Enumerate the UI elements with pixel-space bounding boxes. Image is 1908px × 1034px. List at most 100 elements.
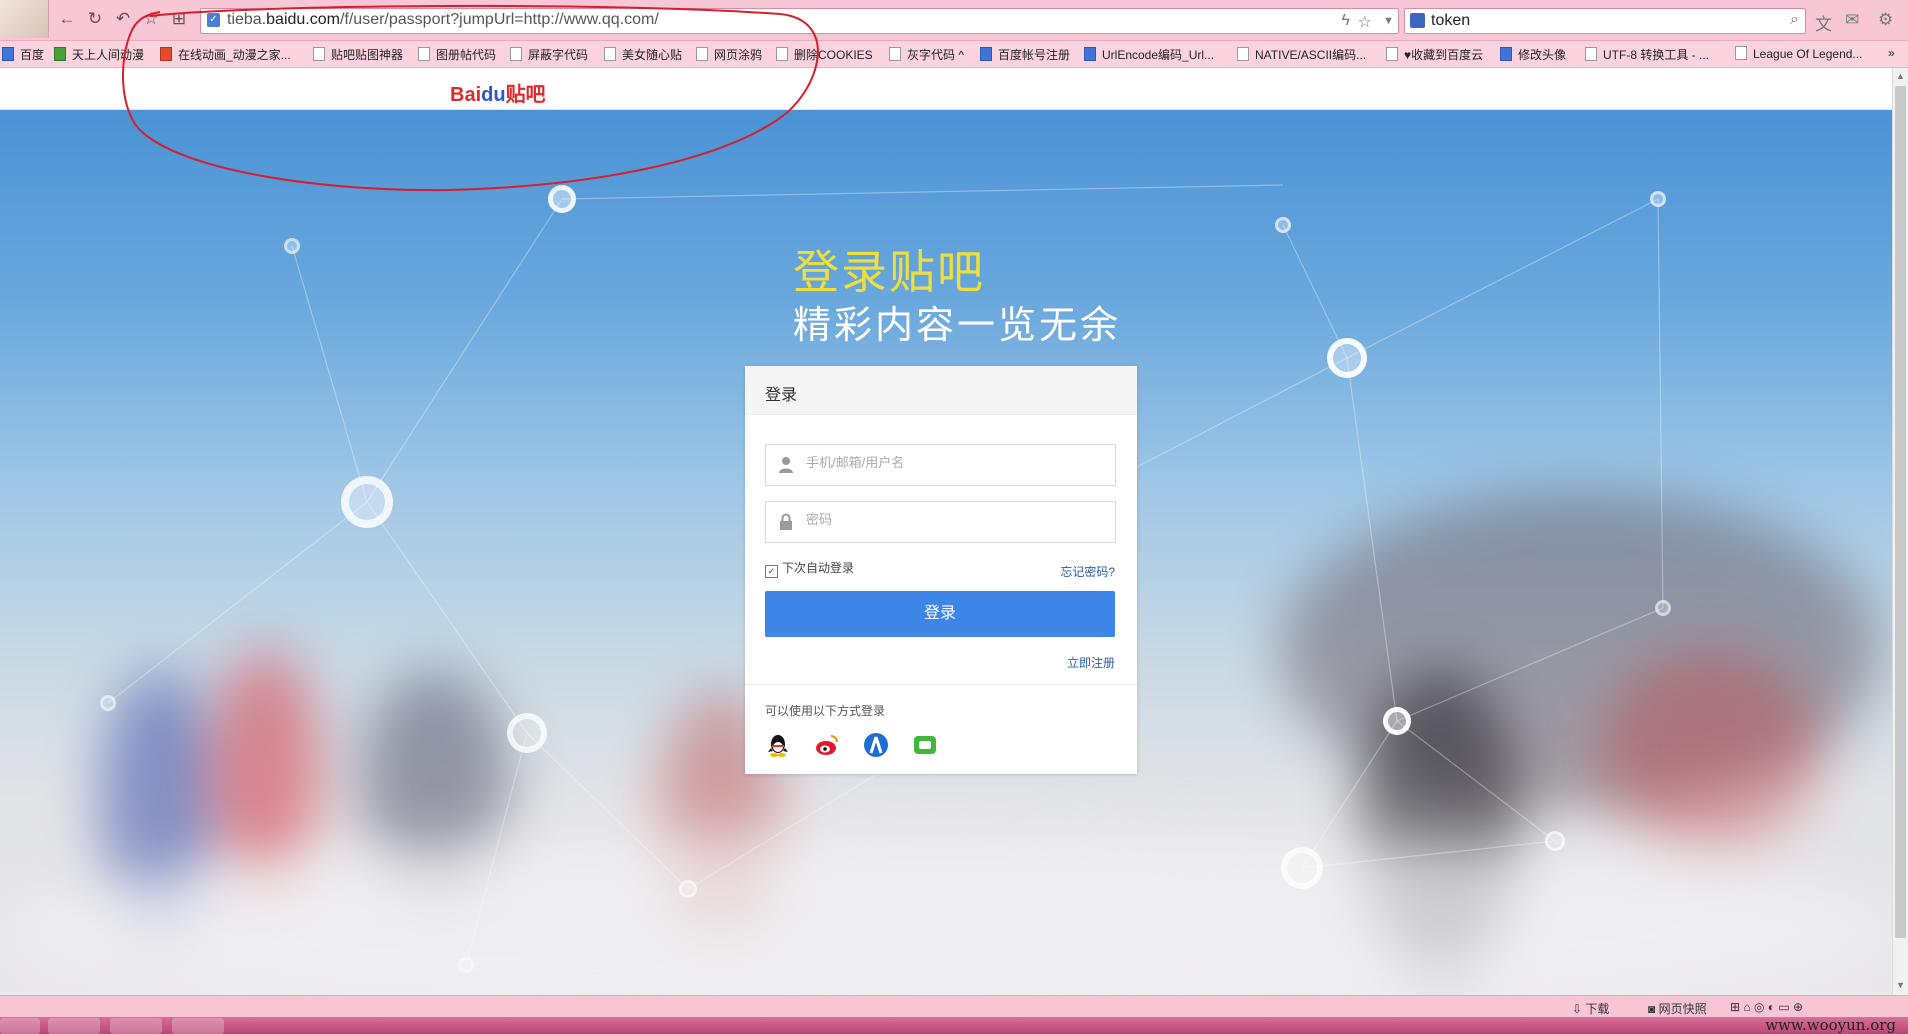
search-icon[interactable]: ⌕ (1790, 11, 1799, 29)
translate-icon[interactable]: 文 (1815, 10, 1832, 35)
undo-close-icon[interactable]: ↶ (114, 10, 132, 28)
bookmark-label: 贴吧贴图神器 (331, 48, 404, 62)
bookmark-item[interactable]: 网页涂鸦 (696, 46, 762, 63)
network-node (548, 185, 576, 213)
bookmark-item[interactable]: 贴吧贴图神器 (313, 46, 403, 63)
password-input[interactable] (804, 511, 1108, 528)
bookmark-item[interactable]: 删除COOKIES (776, 46, 873, 63)
bookmark-label: League Of Legend... (1753, 47, 1863, 61)
network-node (100, 695, 116, 711)
download-icon: ⇩ (1572, 1002, 1586, 1016)
url-dropdown-icon[interactable]: ▼ (1383, 15, 1394, 27)
bookmark-label: UrlEncode编码_Url... (1102, 48, 1215, 62)
windows-taskbar (0, 1017, 1908, 1034)
network-node (1545, 831, 1565, 851)
site-security-icon[interactable]: ✓ (207, 13, 220, 27)
mail-icon[interactable]: ✉ (1845, 10, 1859, 30)
qq-login-icon[interactable] (765, 732, 791, 758)
bookmark-item[interactable]: 百度 (2, 46, 44, 63)
renren-login-icon[interactable] (863, 732, 889, 758)
page-icon (604, 47, 616, 61)
bookmark-item[interactable]: 百度帐号注册 (980, 46, 1070, 63)
watermark: www.wooyun.org (1765, 1016, 1896, 1034)
bookmark-item[interactable]: League Of Legend... (1735, 46, 1862, 61)
url-text[interactable]: tieba.baidu.com/f/user/passport?jumpUrl=… (227, 11, 659, 29)
url-path: /f/user/passport?jumpUrl=http://www.qq.c… (339, 11, 659, 28)
url-prefix: tieba. (227, 11, 267, 28)
scroll-down-icon[interactable]: ▼ (1896, 980, 1905, 990)
search-box[interactable]: token ⌕ (1404, 8, 1806, 34)
bookmark-item[interactable]: NATIVE/ASCII编码... (1237, 46, 1366, 63)
browser-status-bar: ⇩ 下载 ◙ 网页快照 ⊞ ⌂ ◎ ◐ ▭ ⊕ (0, 995, 1908, 1018)
taskbar-browser-icon[interactable] (172, 1018, 224, 1034)
register-link[interactable]: 立即注册 (1067, 654, 1115, 671)
login-card-header: 登录 (745, 366, 1137, 415)
bookmark-star-icon[interactable]: ☆ (1358, 12, 1372, 32)
search-input[interactable]: token (1431, 12, 1470, 30)
taskbar-app-icon[interactable] (110, 1018, 162, 1034)
bookmark-item[interactable]: 修改头像 (1500, 46, 1566, 63)
scroll-up-icon[interactable]: ▲ (1896, 71, 1905, 81)
bookmark-item[interactable]: 图册帖代码 (418, 46, 496, 63)
start-button[interactable] (0, 1018, 40, 1034)
site-icon (1084, 47, 1096, 61)
forgot-password-link[interactable]: 忘记密码? (1060, 563, 1115, 580)
wechat-login-icon[interactable] (912, 732, 938, 758)
user-icon (779, 457, 793, 473)
bookmark-label: NATIVE/ASCII编码... (1255, 48, 1367, 62)
slogan-subtitle: 精彩内容一览无余 (793, 305, 1122, 347)
site-icon (54, 47, 66, 61)
weibo-login-icon[interactable] (814, 732, 840, 758)
scroll-thumb[interactable] (1895, 86, 1906, 938)
bookmark-label: 网页涂鸦 (714, 48, 763, 62)
taskbar-app-icon[interactable] (48, 1018, 100, 1034)
bookmark-item[interactable]: UTF-8 转换工具 - ... (1585, 46, 1709, 63)
address-bar[interactable]: ✓ tieba.baidu.com/f/user/passport?jumpUr… (200, 8, 1399, 34)
divider (745, 684, 1137, 685)
page-icon (313, 47, 325, 61)
bookmark-item[interactable]: ♥收藏到百度云 (1386, 46, 1483, 63)
bookmark-label: 图册帖代码 (436, 48, 497, 62)
favorite-star-icon[interactable]: ☆ (142, 10, 160, 28)
tieba-logo[interactable]: Baidu贴吧 (450, 78, 546, 107)
bookmark-item[interactable]: 天上人间动漫 (54, 46, 144, 63)
page-header: Baidu贴吧 (0, 68, 1892, 110)
more-bookmarks-icon[interactable]: » (1888, 46, 1895, 60)
bookmark-label: 修改头像 (1518, 48, 1567, 62)
page-icon (776, 47, 788, 61)
vertical-scrollbar[interactable]: ▲ ▼ (1892, 68, 1908, 995)
login-card: 登录 ✓ 下次自动登录 忘记密码? 登录 立即注册 可以使用以下方式登录 (745, 366, 1137, 774)
remember-checkbox[interactable]: ✓ (765, 565, 778, 578)
bookmark-item[interactable]: 灰字代码 ^ (889, 46, 964, 63)
logo-du: du (481, 84, 506, 106)
bookmark-item[interactable]: UrlEncode编码_Url... (1084, 46, 1214, 63)
bookmark-item[interactable]: 在线动画_动漫之家... (160, 46, 291, 63)
download-button[interactable]: ⇩ 下载 (1572, 1000, 1609, 1017)
snapshot-label: 网页快照 (1658, 1002, 1707, 1016)
back-icon[interactable]: ← (58, 10, 76, 28)
username-input[interactable] (804, 454, 1108, 471)
bookmark-item[interactable]: 美女随心贴 (604, 46, 682, 63)
network-node (1383, 707, 1411, 735)
apps-grid-icon[interactable]: ⊞ (170, 10, 188, 28)
page-icon (510, 47, 522, 61)
refresh-icon[interactable]: ↻ (86, 10, 104, 28)
logo-tieba: 贴吧 (505, 84, 546, 106)
snapshot-button[interactable]: ◙ 网页快照 (1648, 1000, 1707, 1017)
profile-avatar[interactable] (0, 0, 49, 38)
tools-wrench-icon[interactable]: ⚙ (1878, 10, 1893, 30)
page-icon (1386, 47, 1398, 61)
bookmark-label: 在线动画_动漫之家... (178, 48, 291, 62)
bookmark-label: 屏蔽字代码 (528, 48, 589, 62)
remember-me[interactable]: ✓ 下次自动登录 (765, 559, 854, 578)
network-node (1655, 600, 1671, 616)
baidu-search-engine-icon[interactable] (1410, 13, 1425, 28)
bookmark-item[interactable]: 屏蔽字代码 (510, 46, 588, 63)
page-icon (1585, 47, 1597, 61)
lightning-icon[interactable]: ϟ (1342, 12, 1350, 30)
password-field[interactable] (765, 501, 1116, 543)
status-tools-icon[interactable]: ⊞ ⌂ ◎ ◐ ▭ ⊕ (1730, 1000, 1803, 1014)
bookmark-label: UTF-8 转换工具 - ... (1603, 48, 1709, 62)
username-field[interactable] (765, 444, 1116, 486)
login-button[interactable]: 登录 (765, 591, 1115, 637)
